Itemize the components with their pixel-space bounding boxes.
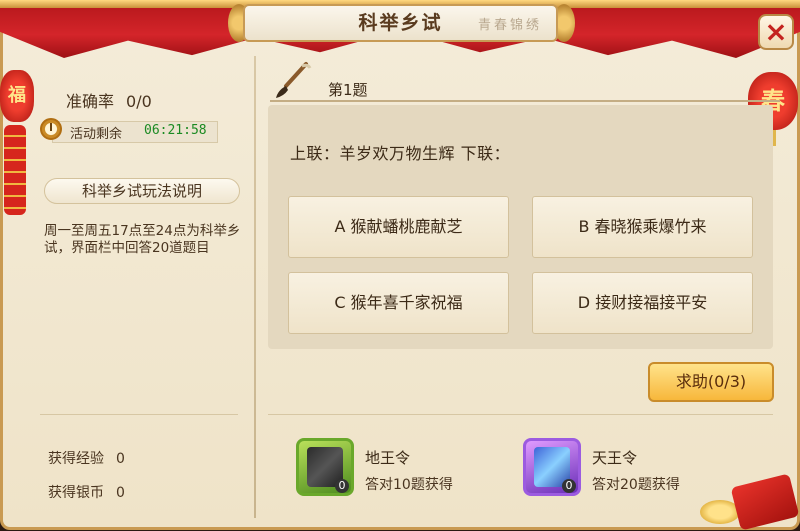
item-count: 0	[562, 479, 576, 493]
item-desc-tianwang: 答对20题获得	[592, 477, 680, 493]
question-text: 上联：羊岁欢万物生辉 下联：	[290, 144, 511, 163]
option-b[interactable]: B 春晓猴乘爆竹来	[532, 196, 753, 258]
reward-exp-value: 0	[116, 451, 125, 467]
reward-exp: 获得经验 0	[48, 448, 125, 468]
title-plaque: 科举乡试 青春锦绣	[243, 4, 558, 42]
firecracker-icon	[4, 125, 26, 215]
item-name-diwang: 地王令	[365, 449, 411, 467]
lantern-char: 福	[8, 85, 26, 106]
reward-silver-label: 获得银币	[48, 485, 104, 501]
reward-exp-label: 获得经验	[48, 451, 104, 467]
blue-scroll-icon[interactable]: 0	[523, 438, 581, 496]
reward-silver: 获得银币 0	[48, 482, 125, 502]
clock-icon	[40, 118, 62, 140]
option-a[interactable]: A 猴献蟠桃鹿献芝	[288, 196, 509, 258]
item-desc-diwang: 答对10题获得	[365, 477, 453, 493]
black-scroll-icon[interactable]: 0	[296, 438, 354, 496]
option-c[interactable]: C 猴年喜千家祝福	[288, 272, 509, 334]
close-icon: ×	[764, 15, 788, 48]
left-divider	[40, 414, 238, 415]
accuracy-label: 准确率	[66, 92, 115, 111]
title-decoration: 青春锦绣	[477, 18, 542, 33]
accuracy-row: 准确率 0/0	[66, 88, 152, 112]
item-count: 0	[335, 479, 349, 493]
rules-body: 周一至周五17点至24点为科举乡试，界面栏中回答20道题目	[44, 223, 241, 256]
right-divider	[268, 414, 773, 415]
question-number: 第1题	[328, 81, 368, 99]
accuracy-value: 0/0	[126, 92, 152, 111]
brush-icon	[276, 62, 312, 98]
timer-value: 06:21:58	[144, 123, 207, 138]
column-divider	[254, 56, 256, 518]
timer-label: 活动剩余	[70, 127, 123, 142]
option-d[interactable]: D 接财接福接平安	[532, 272, 753, 334]
help-button[interactable]: 求助(0/3)	[648, 362, 774, 402]
fu-lantern-icon: 福	[0, 70, 34, 122]
rules-title: 科举乡试玩法说明	[44, 178, 240, 204]
close-button[interactable]: ×	[758, 14, 794, 50]
item-name-tianwang: 天王令	[592, 449, 638, 467]
reward-silver-value: 0	[116, 485, 125, 501]
